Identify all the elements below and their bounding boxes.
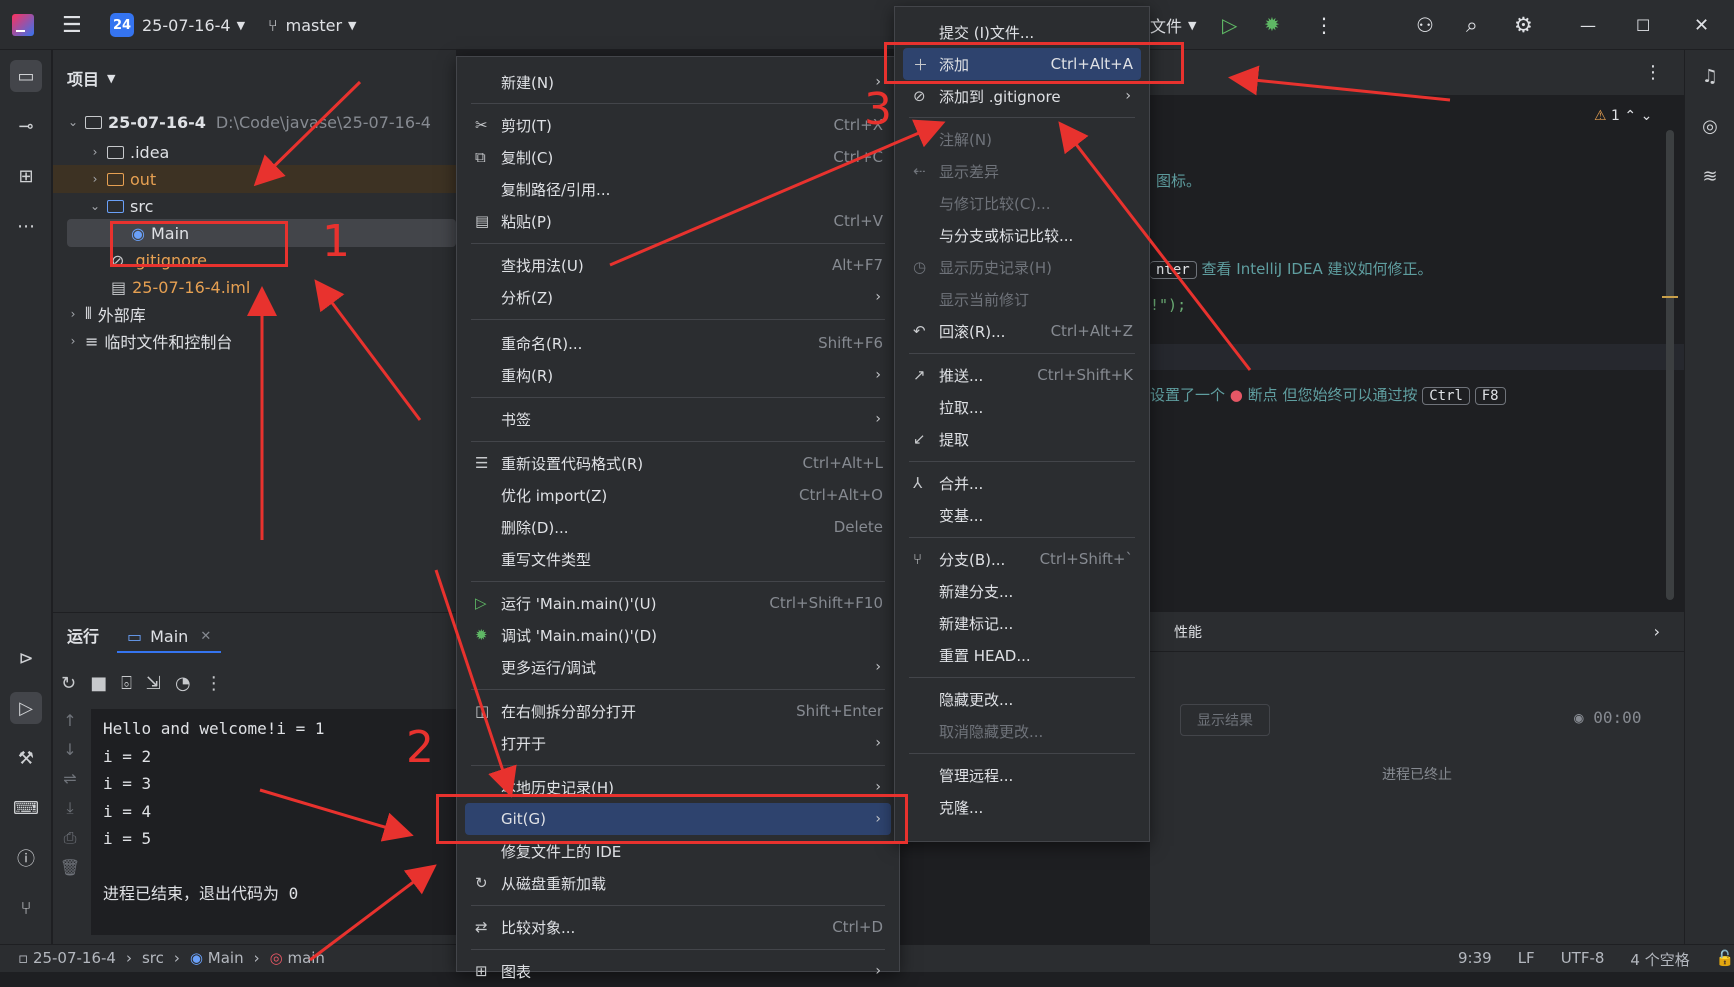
annotation-arrow [253, 80, 362, 187]
annotation-arrow [1058, 121, 1252, 371]
annotation-arrow [309, 864, 437, 962]
annotation-arrows [247, 65, 1451, 962]
annotation-arrow [314, 279, 422, 421]
annotation-arrow [1228, 65, 1451, 102]
annotation-arrow [609, 119, 946, 267]
annotation-arrow [259, 788, 414, 842]
annotation-arrow [434, 569, 517, 798]
